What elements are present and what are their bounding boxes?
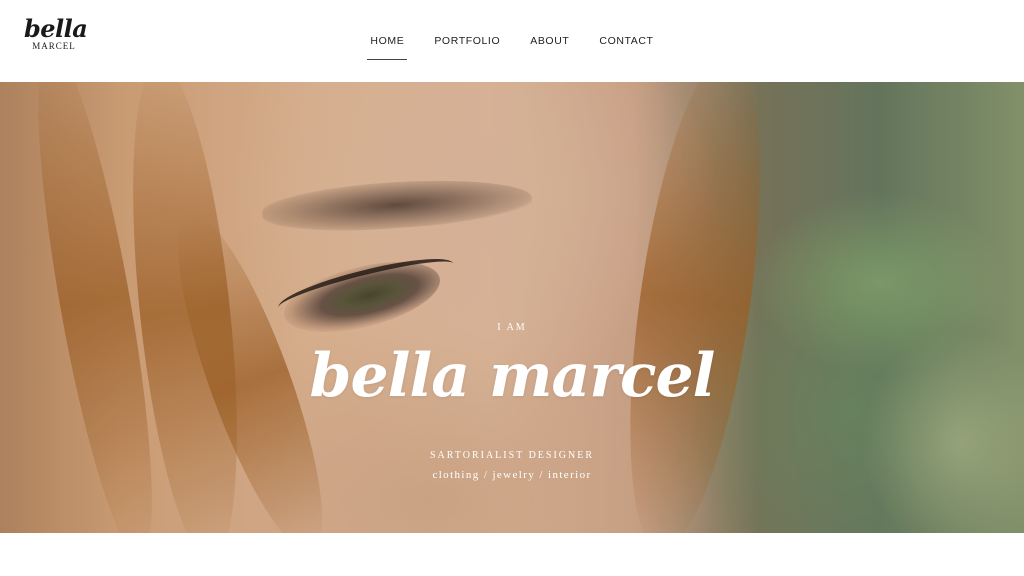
hero-title: bella marcel: [309, 341, 716, 411]
hero-tagline: clothing / jewelry / interior: [432, 469, 592, 481]
hero-section: I AM bella marcel SARTORIALIST DESIGNER …: [0, 82, 1024, 533]
hero-subtitle: SARTORIALIST DESIGNER: [429, 450, 595, 461]
site-header: bella MARCEL HOME PORTFOLIO ABOUT CONTAC…: [0, 0, 1024, 82]
hero-overlay: [0, 82, 1024, 533]
below-hero-strip: [0, 533, 1024, 576]
nav-home[interactable]: HOME: [355, 34, 419, 60]
hero-eyebrow: I AM: [497, 322, 527, 333]
nav-portfolio[interactable]: PORTFOLIO: [419, 34, 515, 54]
main-navigation: HOME PORTFOLIO ABOUT CONTACT: [0, 34, 1024, 60]
nav-about[interactable]: ABOUT: [515, 34, 584, 54]
nav-contact[interactable]: CONTACT: [584, 34, 668, 54]
